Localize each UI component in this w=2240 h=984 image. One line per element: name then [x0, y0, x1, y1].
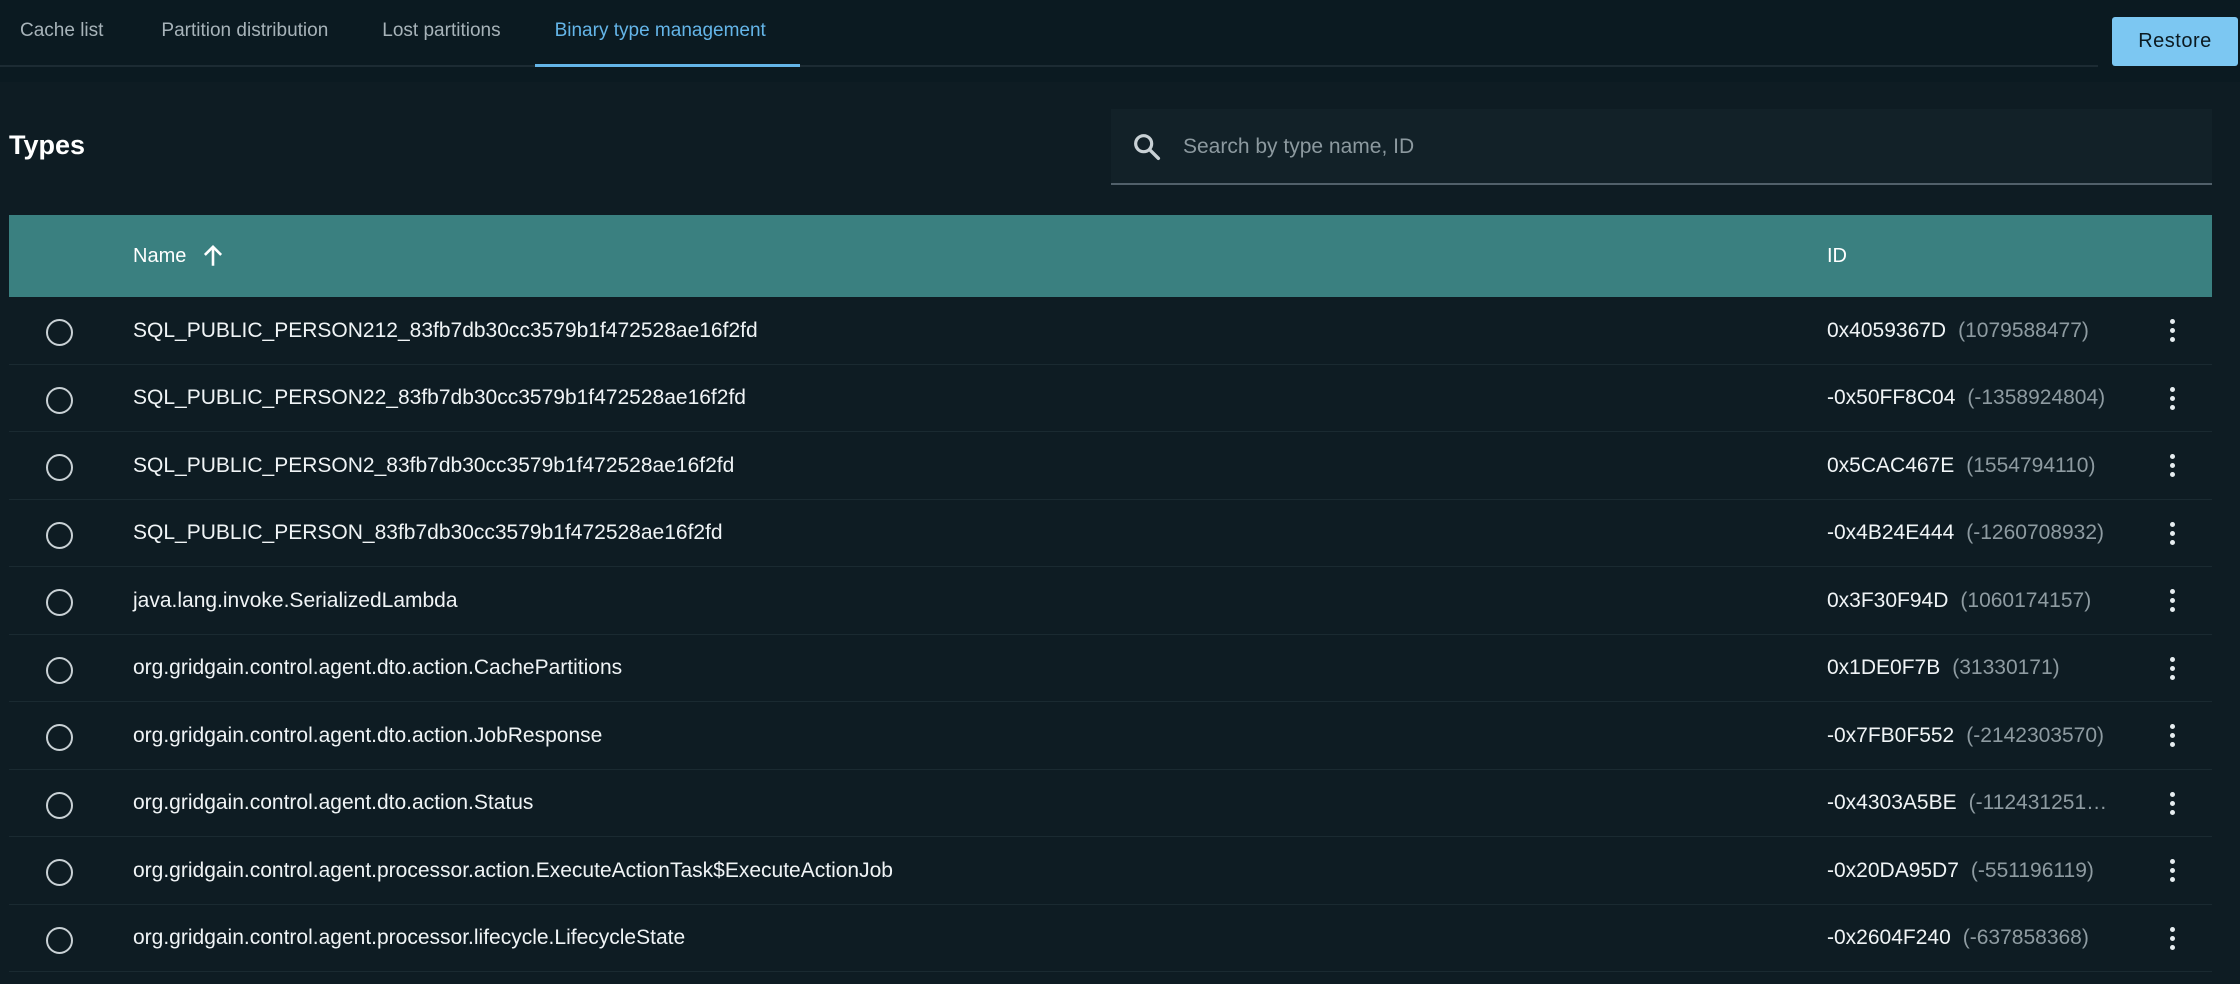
more-options-icon[interactable] [2165, 520, 2179, 548]
table-row[interactable]: SQL_PUBLIC_PERSON212_83fb7db30cc3579b1f4… [9, 297, 2212, 365]
more-options-icon[interactable] [2165, 857, 2179, 885]
more-options-icon[interactable] [2165, 790, 2179, 818]
type-id: 0x4059367D (1079588477) [1827, 297, 2127, 364]
search-box [1111, 109, 2212, 185]
search-input[interactable] [1183, 123, 2183, 171]
column-header-id[interactable]: ID [1827, 215, 1847, 297]
table-row[interactable]: java.lang.invoke.SerializedLambda 0x3F30… [9, 567, 2212, 635]
table-row[interactable]: SQL_PUBLIC_PERSON2_83fb7db30cc3579b1f472… [9, 432, 2212, 500]
more-options-icon[interactable] [2165, 925, 2179, 953]
type-id-decimal: (-637858368) [1962, 926, 2089, 949]
type-id-decimal: (-2142303570) [1966, 723, 2105, 747]
type-id-decimal: (-551196119) [1970, 858, 2094, 882]
type-id-decimal: (31330171) [1952, 656, 2060, 679]
type-id-hex: -0x4303A5BE [1827, 791, 1957, 814]
tab-label: Lost partitions [382, 19, 501, 41]
more-options-icon[interactable] [2165, 587, 2179, 615]
type-id-decimal: (-112431251… [1968, 791, 2108, 814]
type-id-hex: -0x7FB0F552 [1827, 723, 1955, 747]
column-header-label: Name [133, 244, 187, 267]
type-name: org.gridgain.control.agent.processor.lif… [133, 926, 686, 949]
row-radio[interactable] [46, 589, 73, 616]
type-id-decimal: (1079588477) [1958, 318, 2089, 342]
type-id: -0x50FF8C04 (-1358924804) [1827, 365, 2127, 432]
type-id: 0x3F30F94D (1060174157) [1827, 567, 2127, 634]
more-options-icon[interactable] [2165, 655, 2179, 683]
type-id-hex: 0x4059367D [1827, 318, 1947, 342]
tab-label: Cache list [20, 19, 104, 41]
tab-binary-type-management[interactable]: Binary type management [534, 0, 801, 67]
type-name: org.gridgain.control.agent.dto.action.Jo… [133, 723, 603, 747]
table-body: SQL_PUBLIC_PERSON212_83fb7db30cc3579b1f4… [9, 297, 2212, 972]
tab-label: Partition distribution [161, 19, 329, 41]
type-name: org.gridgain.control.agent.dto.action.Ca… [133, 656, 623, 679]
tab-label: Binary type management [554, 19, 766, 41]
table-row[interactable]: SQL_PUBLIC_PERSON_83fb7db30cc3579b1f4725… [9, 500, 2212, 567]
row-radio[interactable] [46, 319, 73, 346]
type-name: SQL_PUBLIC_PERSON212_83fb7db30cc3579b1f4… [133, 318, 758, 342]
row-radio[interactable] [46, 521, 73, 549]
type-id-hex: -0x20DA95D7 [1827, 858, 1959, 882]
row-radio[interactable] [46, 724, 73, 751]
table-row[interactable]: org.gridgain.control.agent.dto.action.St… [9, 770, 2212, 837]
row-radio[interactable] [46, 926, 73, 954]
table-header: Name ID [9, 215, 2212, 297]
type-id: 0x5CAC467E (1554794110) [1827, 432, 2127, 499]
table-row[interactable]: org.gridgain.control.agent.processor.lif… [9, 905, 2212, 972]
type-id-hex: -0x2604F240 [1827, 926, 1951, 949]
tab-bar: Cache list Partition distribution Lost p… [0, 0, 2098, 67]
type-id-hex: 0x1DE0F7B [1827, 656, 1941, 679]
top-bar: Cache list Partition distribution Lost p… [0, 0, 2240, 82]
type-name: java.lang.invoke.SerializedLambda [133, 588, 458, 612]
type-id: -0x4303A5BE (-112431251… [1827, 770, 2127, 837]
type-id-decimal: (-1358924804) [1967, 386, 2106, 409]
type-id-hex: -0x4B24E444 [1827, 521, 1955, 544]
row-radio[interactable] [46, 454, 73, 481]
type-name: SQL_PUBLIC_PERSON_83fb7db30cc3579b1f4725… [133, 521, 723, 544]
tab-lost-partitions[interactable]: Lost partitions [362, 0, 534, 65]
column-header-label: ID [1827, 244, 1847, 267]
table-row[interactable]: org.gridgain.control.agent.dto.action.Jo… [9, 702, 2212, 770]
restore-button[interactable]: Restore [2112, 17, 2238, 66]
section-title: Types [9, 130, 86, 160]
tab-partition-distribution[interactable]: Partition distribution [141, 0, 362, 65]
row-radio[interactable] [46, 386, 73, 414]
row-radio[interactable] [46, 859, 73, 886]
types-panel: Types Name ID SQL_PUBLIC_PERSON212_8 [0, 82, 2240, 984]
type-name: SQL_PUBLIC_PERSON2_83fb7db30cc3579b1f472… [133, 453, 735, 477]
table-row[interactable]: SQL_PUBLIC_PERSON22_83fb7db30cc3579b1f47… [9, 365, 2212, 432]
type-id-decimal: (-1260708932) [1966, 521, 2105, 544]
type-name: org.gridgain.control.agent.processor.act… [133, 858, 893, 882]
search-icon [1134, 134, 1161, 161]
column-header-name[interactable]: Name [133, 215, 226, 297]
type-id: -0x7FB0F552 (-2142303570) [1827, 702, 2127, 769]
type-id: -0x2604F240 (-637858368) [1827, 905, 2127, 972]
arrow-up-icon [204, 244, 223, 266]
type-id: -0x4B24E444 (-1260708932) [1827, 500, 2127, 567]
tab-cache-list[interactable]: Cache list [0, 0, 141, 65]
table-row[interactable]: org.gridgain.control.agent.dto.action.Ca… [9, 635, 2212, 702]
table-row[interactable]: org.gridgain.control.agent.processor.act… [9, 837, 2212, 905]
type-id: 0x1DE0F7B (31330171) [1827, 635, 2127, 702]
type-id-decimal: (1554794110) [1966, 453, 2096, 477]
type-id-hex: 0x5CAC467E [1827, 453, 1955, 477]
type-name: org.gridgain.control.agent.dto.action.St… [133, 791, 534, 814]
types-table: Name ID SQL_PUBLIC_PERSON212_83fb7db30cc… [9, 215, 2212, 972]
row-radio[interactable] [46, 791, 73, 819]
more-options-icon[interactable] [2165, 317, 2179, 345]
type-id-hex: -0x50FF8C04 [1827, 386, 1956, 409]
more-options-icon[interactable] [2165, 385, 2179, 413]
row-radio[interactable] [46, 656, 73, 684]
type-name: SQL_PUBLIC_PERSON22_83fb7db30cc3579b1f47… [133, 386, 746, 409]
type-id-hex: 0x3F30F94D [1827, 588, 1949, 612]
type-id-decimal: (1060174157) [1960, 588, 2092, 612]
type-id: -0x20DA95D7 (-551196119) [1827, 837, 2127, 904]
more-options-icon[interactable] [2165, 452, 2179, 480]
more-options-icon[interactable] [2165, 722, 2179, 750]
